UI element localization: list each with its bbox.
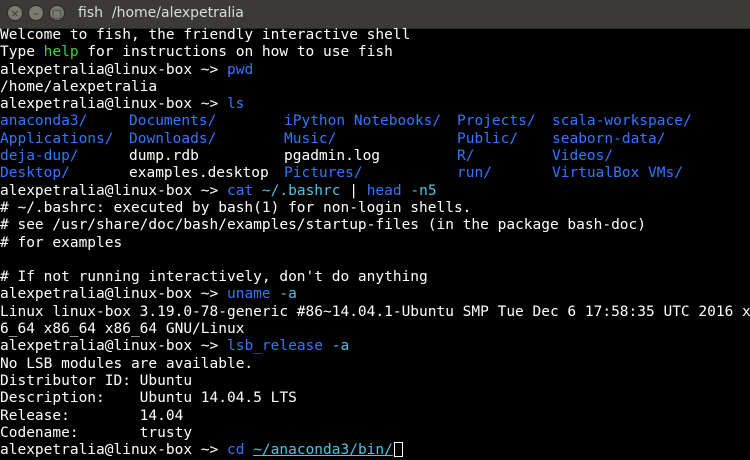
welcome-line: Welcome to fish, the friendly interactiv… <box>0 27 411 43</box>
head-argument: -n5 <box>410 182 437 199</box>
bashrc-line: # ~/.bashrc: executed by bash(1) for non… <box>0 199 472 216</box>
minimize-icon[interactable]: – <box>28 5 44 21</box>
command-head: head <box>366 182 402 199</box>
command-uname: uname <box>226 286 271 303</box>
ls-output: anaconda3/ Applications/ deja-dup/ Deskt… <box>0 113 750 182</box>
command-line: alexpetralia@linux-box ~> pwd <box>0 62 750 79</box>
bashrc-line: # see /usr/share/doc/bash/examples/start… <box>0 217 647 234</box>
lsb-output: Release: 14.04 <box>0 407 184 424</box>
prompt: alexpetralia@linux-box ~> <box>0 61 227 78</box>
lsb-output: No LSB modules are available. <box>0 355 254 372</box>
pipe-symbol: | <box>340 182 367 199</box>
help-word: help <box>43 44 79 61</box>
prompt: alexpetralia@linux-box ~> <box>0 96 227 113</box>
command-line: alexpetralia@linux-box ~> uname -a <box>0 286 750 303</box>
ls-entry: scala-workspace/ <box>552 113 692 130</box>
terminal-output[interactable]: Welcome to fish, the friendly interactiv… <box>0 27 750 460</box>
prompt: alexpetralia@linux-box ~> <box>0 338 227 355</box>
command-cat: cat <box>226 182 254 199</box>
ls-entry: Downloads/ <box>129 130 217 147</box>
lsb-output: Codename: trusty <box>0 424 193 441</box>
command-cd: cd <box>226 442 245 459</box>
title-bar: × – □ fish /home/alexpetralia <box>0 0 750 29</box>
command-pwd: pwd <box>226 61 254 78</box>
bashrc-line: # for examples <box>0 234 123 251</box>
lsb-output: Description: Ubuntu 14.04.5 LTS <box>0 390 297 407</box>
prompt: alexpetralia@linux-box ~> <box>0 442 227 459</box>
lsb-argument: -a <box>331 338 350 355</box>
help-line: Type help for instructions on how to use… <box>0 44 750 61</box>
prompt: alexpetralia@linux-box ~> <box>0 286 227 303</box>
uname-argument: -a <box>279 286 297 303</box>
ls-entry: Desktop/ <box>0 165 70 182</box>
ls-entry: Projects/ <box>457 113 536 130</box>
ls-entry: dump.rdb <box>129 148 199 165</box>
prompt: alexpetralia@linux-box ~> <box>0 182 227 199</box>
ls-entry: R/ <box>457 148 475 165</box>
help-pre: Type <box>0 44 44 61</box>
command-line: alexpetralia@linux-box ~> cat ~/.bashrc … <box>0 183 750 200</box>
close-icon[interactable]: × <box>7 5 23 21</box>
ls-entry: Public/ <box>457 130 519 147</box>
ls-entry: examples.desktop <box>129 165 269 182</box>
ls-entry: run/ <box>457 165 492 182</box>
command-ls: ls <box>226 96 245 113</box>
ls-entry: Documents/ <box>129 113 217 130</box>
ls-entry: pgadmin.log <box>284 148 381 165</box>
bashrc-line <box>0 252 750 269</box>
text-cursor <box>393 442 403 458</box>
uname-output: 6_64 x86_64 x86_64 GNU/Linux <box>0 321 245 338</box>
window-title: fish /home/alexpetralia <box>78 5 244 21</box>
ls-entry: seaborn-data/ <box>552 130 666 147</box>
cat-argument: ~/.bashrc <box>261 182 341 199</box>
active-command-line[interactable]: alexpetralia@linux-box ~> cd ~/anaconda3… <box>0 442 750 459</box>
cd-argument: ~/anaconda3/bin/ <box>253 442 393 459</box>
command-line: alexpetralia@linux-box ~> ls <box>0 96 750 113</box>
help-post: for instructions on how to use fish <box>78 44 393 61</box>
bashrc-line: # If not running interactively, don't do… <box>0 269 428 286</box>
ls-entry: VirtualBox VMs/ <box>552 165 683 182</box>
lsb-output: Distributor ID: Ubuntu <box>0 372 193 389</box>
command-lsb-release: lsb_release <box>226 338 324 355</box>
ls-entry: deja-dup/ <box>0 148 79 165</box>
uname-output: Linux linux-box 3.19.0-78-generic #86~14… <box>0 303 750 320</box>
ls-entry: iPython Notebooks/ <box>284 113 442 130</box>
pwd-output: /home/alexpetralia <box>0 78 158 95</box>
ls-entry: anaconda3/ <box>0 113 88 130</box>
ls-entry: Music/ <box>284 130 337 147</box>
command-line: alexpetralia@linux-box ~> lsb_release -a <box>0 338 750 355</box>
ls-entry: Videos/ <box>552 148 614 165</box>
maximize-icon[interactable]: □ <box>49 5 65 21</box>
ls-entry: Applications/ <box>0 130 114 147</box>
ls-entry: Pictures/ <box>284 165 363 182</box>
